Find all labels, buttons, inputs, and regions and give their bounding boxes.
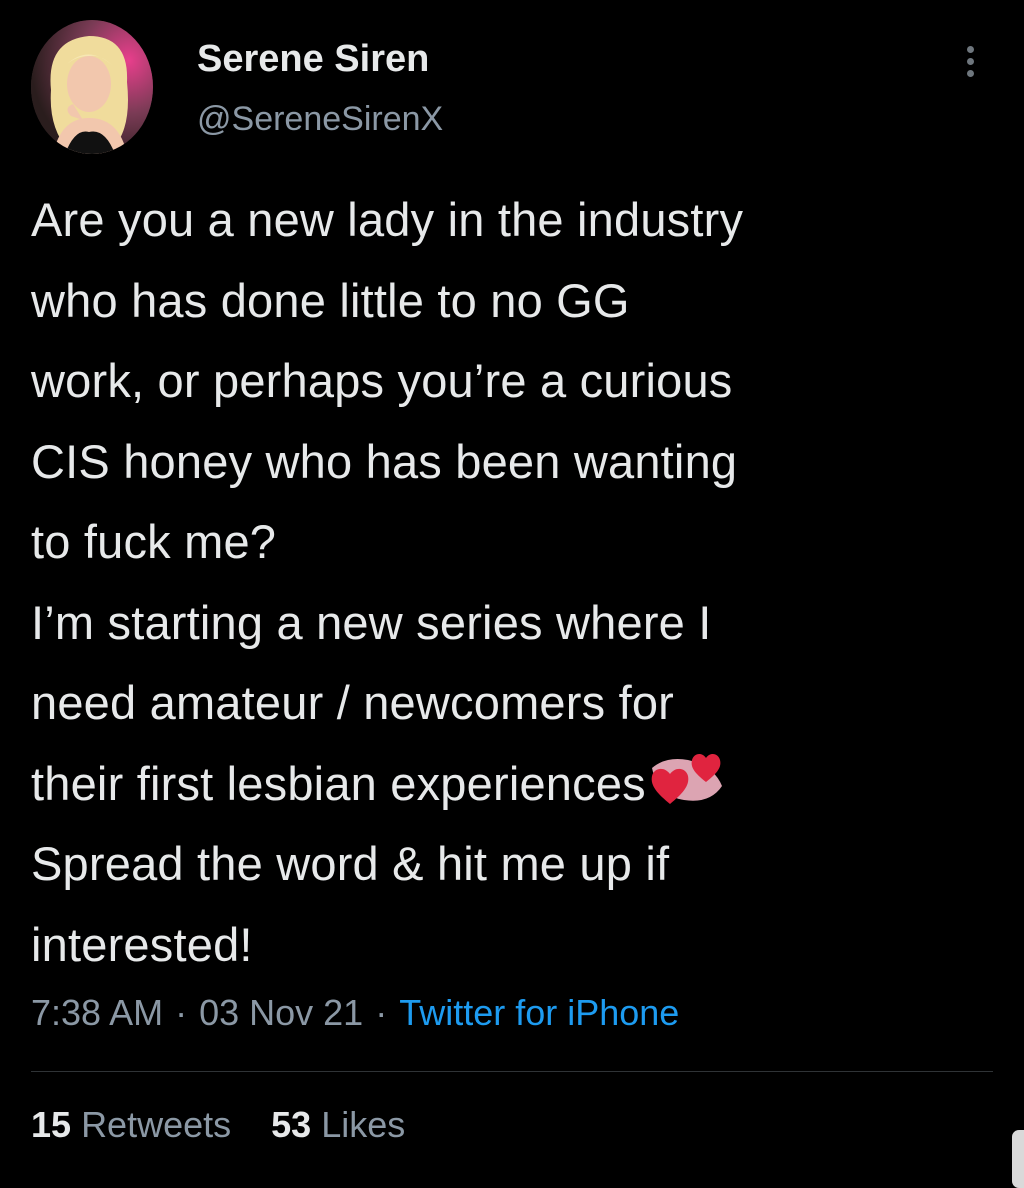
profile-photo-icon: [31, 20, 153, 154]
display-name[interactable]: Serene Siren: [197, 38, 429, 81]
tweet-time[interactable]: 7:38 AM: [31, 992, 163, 1033]
tweet-line: I’m starting a new series where I: [31, 595, 712, 649]
tweet-line: who has done little to no GG: [31, 273, 630, 327]
tweet-line: interested!: [31, 917, 253, 971]
retweets-stat[interactable]: 15 Retweets: [31, 1104, 231, 1145]
retweets-count: 15: [31, 1104, 72, 1145]
likes-count: 53: [271, 1104, 312, 1145]
separator: ·: [375, 992, 388, 1033]
tweet-line: work, or perhaps you’re a curious: [31, 354, 733, 407]
tweet-line: Are you a new lady in the industry: [31, 193, 744, 246]
avatar[interactable]: [31, 20, 153, 154]
tweet-line: their first lesbian experiences: [31, 756, 646, 810]
tweet-line-with-emoji: their first lesbian experiences: [31, 744, 991, 825]
tweet-line: Spread the word & hit me up if: [31, 837, 670, 890]
more-dot: [967, 70, 974, 77]
tweet-text: Are you a new lady in the industry who h…: [31, 180, 991, 985]
user-handle[interactable]: @SereneSirenX: [197, 100, 443, 139]
tweet-detail: Serene Siren @SereneSirenX Are you a new…: [0, 0, 1024, 1188]
separator: ·: [175, 992, 188, 1033]
more-dots-icon: [967, 46, 974, 53]
likes-label: Likes: [321, 1104, 406, 1145]
more-options-button[interactable]: [955, 40, 987, 84]
tweet-source-link[interactable]: Twitter for iPhone: [399, 992, 679, 1033]
tweet-line: need amateur / newcomers for: [31, 676, 675, 729]
tweet-line: CIS honey who has been wanting: [31, 434, 738, 488]
divider: [31, 1071, 993, 1072]
likes-stat[interactable]: 53 Likes: [271, 1104, 405, 1145]
scrollbar-handle[interactable]: [1012, 1130, 1024, 1188]
retweets-label: Retweets: [81, 1104, 232, 1145]
tweet-line: to fuck me?: [31, 515, 277, 568]
more-dot: [967, 58, 974, 65]
tweet-stats: 15 Retweets 53 Likes: [31, 1104, 405, 1146]
tweet-metadata: 7:38 AM · 03 Nov 21 · Twitter for iPhone: [31, 992, 679, 1034]
tweet-date[interactable]: 03 Nov 21: [199, 992, 363, 1033]
two-hearts-emoji-icon: [651, 753, 722, 804]
